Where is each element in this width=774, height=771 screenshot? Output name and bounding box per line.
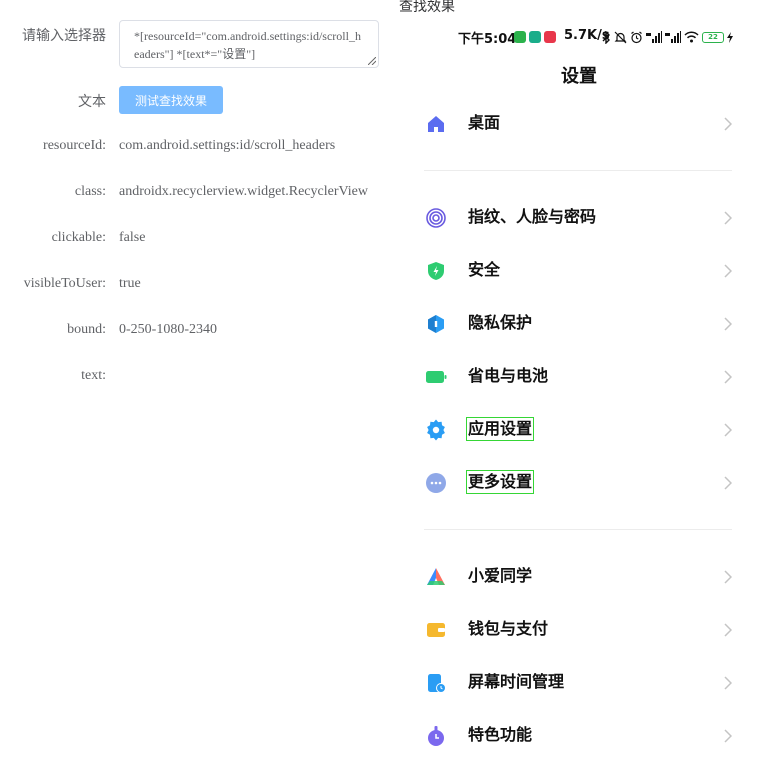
info-row-visible-to-user: visibleToUser: true — [0, 276, 390, 296]
settings-item-label: 省电与电池 — [468, 366, 549, 385]
chevron-right-icon — [724, 264, 732, 278]
gear-icon — [427, 419, 445, 441]
chevron-right-icon — [724, 211, 732, 225]
battery-level: 22 — [708, 33, 718, 41]
info-key: class: — [74, 184, 106, 199]
resize-grip-icon[interactable] — [368, 57, 376, 65]
settings-item-xiaoai[interactable]: 小爱同学 — [412, 557, 746, 597]
settings-item-label: 屏幕时间管理 — [468, 672, 565, 691]
bluetooth-icon — [602, 30, 610, 44]
status-app-icons — [514, 29, 556, 45]
battery-indicator: 22 — [702, 31, 724, 43]
status-time: 下午5:04 — [458, 32, 517, 47]
info-value: 0-250-1080-2340 — [119, 322, 217, 337]
selector-input[interactable]: *[resourceId="com.android.settings:id/sc… — [119, 20, 379, 68]
info-key: visibleToUser: — [23, 276, 106, 291]
info-value: androidx.recyclerview.widget.RecyclerVie… — [119, 184, 368, 199]
chevron-right-icon — [724, 117, 732, 131]
settings-item-privacy[interactable]: 隐私保护 — [412, 304, 746, 344]
wallet-icon — [427, 623, 445, 637]
chevron-right-icon — [724, 423, 732, 437]
settings-item-label: 应用设置 — [465, 417, 535, 441]
info-row-class: class: androidx.recyclerview.widget.Recy… — [0, 184, 390, 204]
info-value: false — [119, 230, 146, 245]
settings-item-battery[interactable]: 省电与电池 — [412, 357, 746, 397]
wifi-icon — [684, 31, 699, 43]
selector-value: *[resourceId="com.android.settings:id/sc… — [134, 29, 361, 61]
charging-icon — [727, 31, 733, 43]
info-key: clickable: — [51, 230, 106, 245]
preview-header: 查找效果 — [399, 0, 455, 15]
shield-icon — [428, 262, 444, 280]
mute-icon — [614, 31, 627, 43]
settings-item-label: 指纹、人脸与密码 — [468, 207, 597, 226]
chevron-right-icon — [724, 370, 732, 384]
battery-icon — [426, 371, 447, 383]
test-find-button[interactable]: 测试查找效果 — [119, 86, 223, 114]
settings-item-security[interactable]: 安全 — [412, 251, 746, 291]
signal-icon — [665, 31, 681, 43]
chevron-right-icon — [724, 623, 732, 637]
alarm-icon — [631, 31, 642, 43]
settings-item-app-settings[interactable]: 应用设置 — [412, 410, 746, 450]
settings-item-label: 隐私保护 — [468, 313, 533, 332]
xiaoai-icon — [427, 568, 445, 585]
selector-panel: 请输入选择器 *[resourceId="com.android.setting… — [0, 0, 390, 771]
app-notification-icon — [544, 31, 556, 43]
chevron-right-icon — [724, 676, 732, 690]
info-row-bound: bound: 0-250-1080-2340 — [0, 322, 390, 342]
page-title: 设置 — [561, 66, 597, 87]
chevron-right-icon — [724, 317, 732, 331]
info-row-resource-id: resourceId: com.android.settings:id/scro… — [0, 138, 390, 158]
settings-item-label: 特色功能 — [468, 725, 533, 744]
text-label: 文本 — [78, 94, 106, 110]
info-row-clickable: clickable: false — [0, 230, 390, 250]
fingerprint-icon — [426, 208, 446, 228]
settings-item-more[interactable]: 更多设置 — [412, 463, 746, 503]
features-icon — [428, 726, 444, 746]
group-divider — [424, 529, 732, 530]
status-bar: 下午5:04 5.7K/s 22 — [412, 28, 774, 47]
settings-item-screen-time[interactable]: 屏幕时间管理 — [412, 663, 746, 703]
screen-time-icon — [428, 674, 446, 693]
settings-item-label: 钱包与支付 — [468, 619, 549, 638]
settings-item-desktop[interactable]: 桌面 — [412, 104, 746, 144]
info-value: true — [119, 276, 141, 291]
settings-item-label: 安全 — [468, 260, 501, 279]
chevron-right-icon — [724, 729, 732, 743]
more-icon — [426, 473, 446, 493]
settings-item-label: 更多设置 — [465, 470, 535, 494]
settings-item-label: 小爱同学 — [468, 566, 533, 585]
phone-preview: 下午5:04 5.7K/s 22 设置 桌面 指纹、人脸与密码 安全 隐私保护 … — [412, 20, 774, 771]
info-key: text: — [81, 368, 106, 383]
settings-item-label: 桌面 — [468, 113, 501, 132]
app-notification-icon — [529, 31, 541, 43]
info-key: resourceId: — [43, 138, 106, 153]
chevron-right-icon — [724, 570, 732, 584]
chevron-right-icon — [724, 476, 732, 490]
selector-label: 请输入选择器 — [22, 28, 106, 44]
signal-icon — [646, 31, 662, 43]
app-notification-icon — [514, 31, 526, 43]
info-value: com.android.settings:id/scroll_headers — [119, 138, 336, 153]
settings-item-fingerprint[interactable]: 指纹、人脸与密码 — [412, 198, 746, 238]
info-key: bound: — [67, 322, 106, 337]
info-row-text: text: — [0, 368, 390, 388]
settings-item-features[interactable]: 特色功能 — [412, 716, 746, 756]
settings-item-wallet[interactable]: 钱包与支付 — [412, 610, 746, 650]
privacy-icon — [428, 315, 444, 333]
status-system-icons: 22 — [602, 29, 733, 45]
group-divider — [424, 170, 732, 171]
home-icon — [428, 116, 444, 132]
